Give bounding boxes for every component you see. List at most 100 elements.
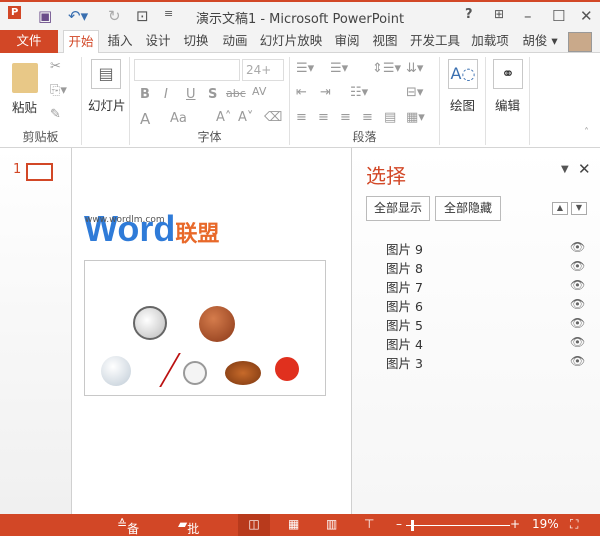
notes-label: 备注 [127,522,140,553]
zoom-slider-thumb[interactable] [411,520,414,531]
tab-file[interactable]: 文件 [0,30,58,53]
ribbon: 粘贴 ✂ ⎘▾ ✎ 剪贴板 ▤ 幻灯片 24+ B I U S abc AV A… [0,53,600,148]
shrink-font-icon[interactable]: A˅ [238,110,253,125]
list-item[interactable]: 图片 9 [386,239,423,258]
font-name-select[interactable] [134,59,240,81]
bullets-icon[interactable]: ☰▾ [296,61,314,76]
slide-thumbnail[interactable] [26,163,53,181]
maximize-button[interactable]: ☐ [552,7,565,25]
fit-to-window-icon[interactable]: ⛶ [570,517,578,532]
tab-insert[interactable]: 插入 [103,30,137,53]
increase-indent-icon[interactable]: ⇥ [320,85,331,100]
tab-slideshow[interactable]: 幻灯片放映 [257,30,325,53]
font-size-select[interactable]: 24+ [242,59,284,81]
comments-button[interactable]: ▰ 批注 [178,517,199,553]
list-item[interactable]: 图片 4 [386,334,423,353]
help-button[interactable]: ? [465,7,473,22]
user-account[interactable]: 胡俊 ▾ [520,30,560,53]
underline-button[interactable]: U [186,87,196,102]
new-slide-icon[interactable]: ▤ [91,59,121,89]
paragraph-group: ☰▾ ☰▾ ⇕☰▾ ⇊▾ ⇤ ⇥ ☷▾ ⊟▾ ≡ ≡ ≡ ≡ ▤ ▦▾ 段落 [290,57,440,145]
notes-button[interactable]: ≙ 备注 [117,517,139,553]
reading-view-icon[interactable]: ▥ [326,517,337,531]
ribbon-display-options-icon[interactable]: ⊞ [494,7,504,21]
tab-design[interactable]: 设计 [141,30,175,53]
grow-font-icon[interactable]: A˄ [216,110,231,125]
slideshow-view-icon[interactable]: ⊤ [364,517,374,531]
eye-icon[interactable]: 👁 [570,240,585,254]
strikethrough-button[interactable]: abc [226,87,246,100]
list-item[interactable]: 图片 8 [386,258,423,277]
zoom-slider[interactable] [406,525,510,526]
hide-all-button[interactable]: 全部隐藏 [435,196,501,221]
badminton-racket-image[interactable] [183,361,207,385]
volleyball-image[interactable] [101,356,131,386]
basketball-image[interactable] [199,306,235,342]
football-image[interactable] [225,361,261,385]
italic-button[interactable]: I [164,87,168,102]
list-item[interactable]: 图片 5 [386,315,423,334]
pane-close-icon[interactable]: ✕ [578,160,591,178]
zoom-out-button[interactable]: – [396,517,402,531]
smartart-icon[interactable]: ▦▾ [406,110,425,125]
tab-home[interactable]: 开始 [63,30,99,54]
font-color-button[interactable]: A [140,110,150,128]
eye-icon[interactable]: 👁 [570,297,585,311]
copy-icon[interactable]: ⎘▾ [50,83,67,98]
show-all-button[interactable]: 全部显示 [366,196,430,221]
bold-button[interactable]: B [140,87,150,102]
change-case-button[interactable]: Aa [170,111,187,126]
shapes-icon[interactable]: A◌ [448,59,478,89]
list-item[interactable]: 图片 3 [386,353,423,372]
slide-canvas[interactable] [84,260,326,396]
tab-developer[interactable]: 开发工具 [407,30,463,53]
eye-icon[interactable]: 👁 [570,335,585,349]
tab-review[interactable]: 审阅 [331,30,363,53]
new-slide-button[interactable]: 幻灯片 [88,95,126,114]
close-button[interactable]: ✕ [580,7,593,25]
tab-addins[interactable]: 加载项 [469,30,511,53]
justify-icon[interactable]: ≡ [362,110,373,125]
distributed-icon[interactable]: ▤ [384,110,396,125]
text-direction-icon[interactable]: ⇊▾ [406,61,423,76]
tab-transitions[interactable]: 切换 [179,30,213,53]
soccer-ball-image[interactable] [133,306,167,340]
zoom-level[interactable]: 19% [532,517,559,531]
format-painter-icon[interactable]: ✎ [50,107,61,122]
cut-icon[interactable]: ✂ [50,59,61,74]
eye-icon[interactable]: 👁 [570,278,585,292]
find-binoculars-icon[interactable]: ⚭ [493,59,523,89]
bring-forward-button[interactable]: ▲ [552,202,568,215]
list-item[interactable]: 图片 7 [386,277,423,296]
clear-formatting-icon[interactable]: ⌫ [264,110,282,125]
eye-icon[interactable]: 👁 [570,354,585,368]
align-right-icon[interactable]: ≡ [340,110,351,125]
ping-pong-paddle-image[interactable] [275,357,299,381]
tab-animations[interactable]: 动画 [217,30,253,53]
columns-icon[interactable]: ☷▾ [350,85,368,100]
normal-view-icon[interactable]: ◫ [238,514,270,536]
eye-icon[interactable]: 👁 [570,316,585,330]
drawing-button[interactable]: 绘图 [450,95,475,114]
slide-sorter-icon[interactable]: ▦ [288,517,299,531]
shadow-button[interactable]: S [208,87,217,102]
collapse-ribbon-icon[interactable]: ˄ [584,127,589,138]
zoom-in-button[interactable]: + [510,517,520,531]
pane-options-icon[interactable]: ▼ [561,164,569,175]
eye-icon[interactable]: 👁 [570,259,585,273]
align-left-icon[interactable]: ≡ [296,110,307,125]
minimize-button[interactable]: – [524,7,532,25]
editing-button[interactable]: 编辑 [495,95,520,114]
align-text-icon[interactable]: ⊟▾ [406,85,423,100]
send-backward-button[interactable]: ▼ [571,202,587,215]
list-item[interactable]: 图片 6 [386,296,423,315]
char-spacing-button[interactable]: AV [252,85,266,98]
paste-button[interactable]: 粘贴 [12,97,37,116]
line-spacing-icon[interactable]: ⇕☰▾ [372,61,401,76]
avatar[interactable] [568,32,592,52]
tab-view[interactable]: 视图 [369,30,401,53]
align-center-icon[interactable]: ≡ [318,110,329,125]
numbering-icon[interactable]: ☰▾ [330,61,348,76]
decrease-indent-icon[interactable]: ⇤ [296,85,307,100]
hockey-stick-image[interactable] [131,353,181,387]
